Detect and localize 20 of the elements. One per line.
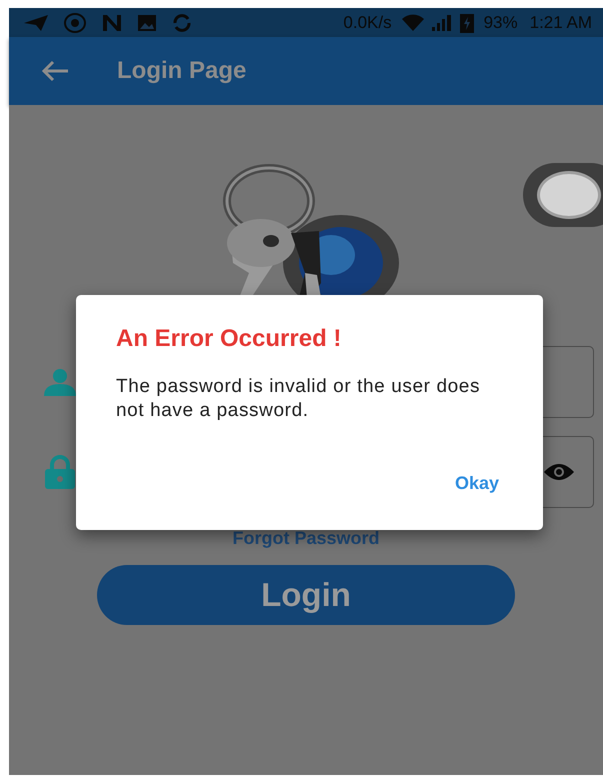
clock-time: 1:21 AM <box>530 12 592 32</box>
person-icon <box>42 368 78 396</box>
signal-icon <box>430 14 453 32</box>
okay-button[interactable]: Okay <box>450 468 503 498</box>
dialog-message: The password is invalid or the user does not have a password. <box>116 375 482 422</box>
image-icon <box>137 14 157 32</box>
battery-percentage: 93% <box>484 12 518 32</box>
back-arrow-icon[interactable] <box>41 60 69 82</box>
toggle-switch[interactable] <box>523 163 603 227</box>
page-title: Login Page <box>117 57 246 85</box>
forgot-password-link[interactable]: Forgot Password <box>232 528 380 549</box>
wifi-icon <box>400 14 425 32</box>
battery-icon <box>458 12 475 34</box>
network-speed: 0.0K/s <box>343 12 392 32</box>
sync-icon <box>171 12 193 32</box>
eye-icon[interactable] <box>543 462 575 482</box>
lock-icon <box>42 454 78 490</box>
send-icon <box>23 14 49 32</box>
dialog-title: An Error Occurred ! <box>116 325 342 353</box>
login-button[interactable]: Login <box>97 565 515 625</box>
